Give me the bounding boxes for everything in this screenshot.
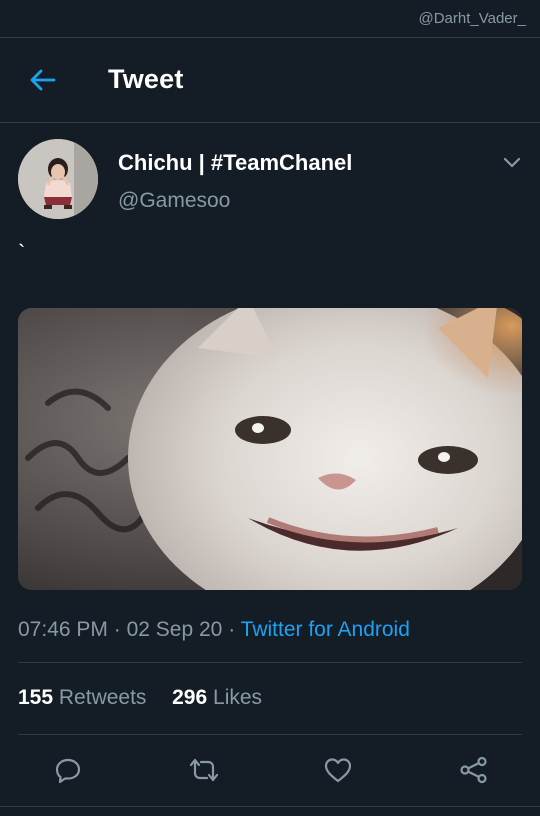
tweet-stats: 155 Retweets 296 Likes (18, 686, 262, 710)
crying-cat-photo (18, 308, 522, 590)
likes-label: Likes (213, 686, 263, 709)
reply-icon (55, 758, 81, 784)
share-icon (460, 756, 487, 784)
stats-top-divider (18, 662, 522, 663)
arrow-left-icon (30, 69, 56, 91)
chevron-down-icon (503, 157, 521, 168)
retweet-button[interactable] (188, 754, 220, 786)
author-name[interactable]: Chichu | #TeamChanel (118, 150, 352, 176)
tweet-actions (0, 750, 540, 790)
avatar-image (18, 139, 98, 219)
page-title: Tweet (108, 64, 184, 94)
header-divider (0, 122, 540, 123)
stats-bottom-divider (18, 734, 522, 735)
avatar[interactable] (18, 139, 98, 219)
back-button[interactable] (22, 62, 62, 98)
retweet-icon (189, 758, 219, 782)
like-button[interactable] (322, 754, 354, 786)
header: Tweet (0, 38, 540, 122)
share-button[interactable] (458, 754, 490, 786)
tweet-text: ` (18, 240, 26, 265)
author-handle[interactable]: @Gamesoo (118, 189, 230, 213)
tweet-date: 02 Sep 20 (126, 618, 223, 641)
tweet-source-link[interactable]: Twitter for Android (241, 618, 410, 641)
tweet-time: 07:46 PM (18, 618, 108, 641)
source-separator: · (228, 618, 236, 641)
tweet-image[interactable] (18, 308, 522, 590)
reply-button[interactable] (52, 754, 84, 786)
tweet-timestamp-line: 07:46 PM · 02 Sep 20 · Twitter for Andro… (18, 618, 410, 642)
likes-stat[interactable]: 296 Likes (172, 686, 262, 709)
likes-count: 296 (172, 686, 208, 709)
timestamp-separator: · (113, 618, 121, 641)
retweets-stat[interactable]: 155 Retweets (18, 686, 152, 709)
watermark: @Darht_Vader_ (418, 10, 526, 27)
heart-icon (324, 758, 352, 783)
retweets-label: Retweets (58, 686, 147, 709)
retweets-count: 155 (18, 686, 54, 709)
tweet-menu-button[interactable] (500, 150, 524, 174)
bottom-divider (0, 806, 540, 807)
